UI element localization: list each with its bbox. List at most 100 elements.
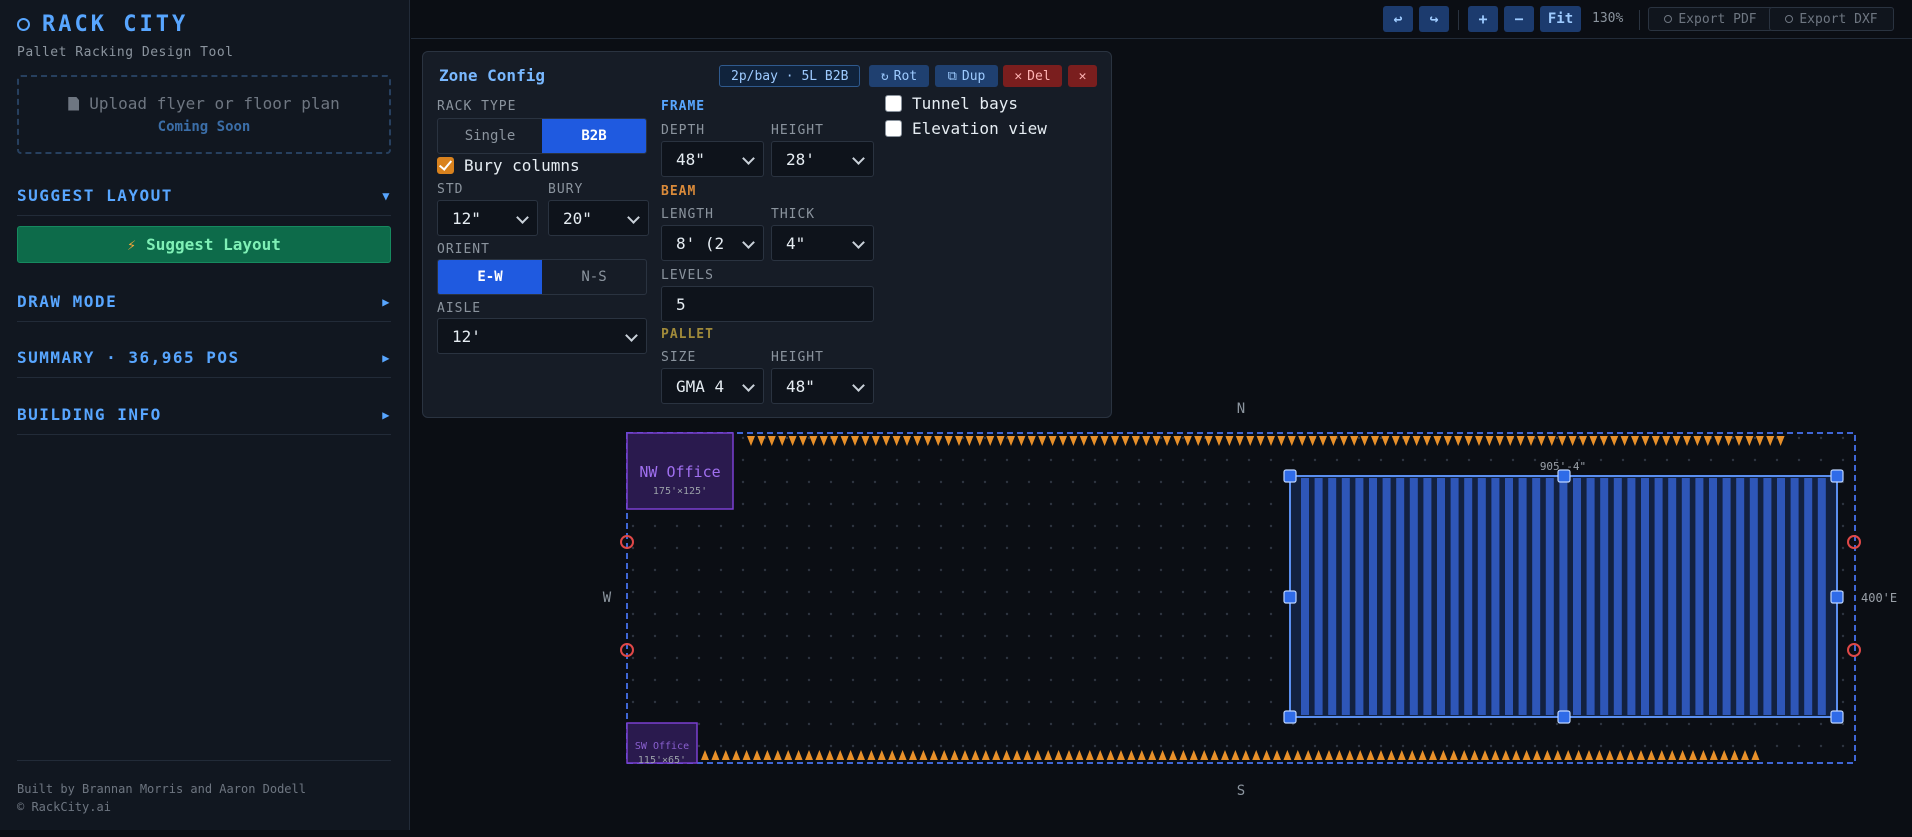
beam-section-label: BEAM [661,184,697,199]
nw-office-dimensions: 175'×125' [653,486,707,497]
export-dxf-label: Export DXF [1799,11,1878,27]
rack-row [1341,478,1350,715]
section-draw-mode[interactable]: DRAW MODE ▶ [17,282,391,322]
rack-row [1491,478,1500,715]
section-label: DRAW MODE [17,292,118,311]
section-summary[interactable]: SUMMARY · 36,965 POS ▶ [17,338,391,378]
delete-button[interactable]: ✕ Del [1003,65,1062,87]
resize-handle[interactable] [1830,469,1844,483]
pallet-height-select[interactable]: 48" [771,368,874,404]
checkbox-unchecked-icon [885,95,902,112]
resize-handle[interactable] [1283,469,1297,483]
orient-toggle: E-W N-S [437,259,647,295]
section-building-info[interactable]: BUILDING INFO ▶ [17,395,391,435]
rack-row [1409,478,1418,715]
export-dxf-button[interactable]: Export DXF [1769,7,1894,31]
chevron-down-icon [742,152,755,165]
top-toolbar: ↩ ↪ + − Fit 130% Export PDF Export DXF [411,0,1912,39]
resize-handle[interactable] [1830,590,1844,604]
logo-icon [17,18,30,31]
levels-input[interactable]: 5 [661,286,874,322]
caret-right-icon: ▶ [382,407,391,422]
resize-handle[interactable] [1283,710,1297,724]
rack-row [1532,478,1541,715]
rack-row [1777,478,1785,715]
pallet-section-label: PALLET [661,327,714,342]
orient-ns[interactable]: N-S [542,260,646,294]
compass-north: N [1237,401,1245,417]
toolbar-divider [1639,10,1640,30]
bury-value: 20" [563,208,592,228]
rack-row [1396,478,1405,715]
resize-handle[interactable] [1557,710,1571,724]
rack-type-label: RACK TYPE [437,99,517,114]
resize-handle[interactable] [1830,710,1844,724]
close-icon: ✕ [1078,68,1087,84]
beam-length-select[interactable]: 8' (2 [661,225,764,261]
resize-handle[interactable] [1557,469,1571,483]
beam-thick-label: THICK [771,207,816,222]
frame-height-select[interactable]: 28' [771,141,874,177]
depth-select[interactable]: 48" [661,141,764,177]
suggest-layout-label: Suggest Layout [146,235,281,254]
rack-row [1804,478,1813,715]
pallet-size-select[interactable]: GMA 4 [661,368,764,404]
sidebar: RACK CITY Pallet Racking Design Tool Upl… [0,0,410,830]
rack-row [1518,478,1527,715]
duplicate-button[interactable]: ⧉ Dup [935,65,998,87]
footer-divider [17,760,391,761]
export-icon [1785,15,1794,23]
undo-button[interactable]: ↩ [1383,6,1413,32]
rack-row [1545,478,1554,715]
orient-ew[interactable]: E-W [438,260,542,294]
rack-row [1763,478,1772,715]
bury-columns-checkbox[interactable]: Bury columns [437,156,580,175]
suggest-layout-button[interactable]: ⚡ Suggest Layout [17,226,391,263]
delete-label: Del [1027,68,1051,84]
app-tagline: Pallet Racking Design Tool [17,45,234,60]
chevron-down-icon [852,379,865,392]
fit-button[interactable]: Fit [1540,6,1581,32]
bury-columns-label: Bury columns [464,156,580,175]
redo-button[interactable]: ↪ [1419,6,1449,32]
beam-thick-select[interactable]: 4" [771,225,874,261]
compass-west: W [603,590,612,606]
resize-handle[interactable] [1283,590,1297,604]
rack-row [1600,478,1609,715]
chevron-down-icon [742,236,755,249]
rack-type-b2b[interactable]: B2B [542,119,646,153]
checkbox-unchecked-icon [885,120,902,137]
close-panel-button[interactable]: ✕ [1068,65,1097,87]
caret-down-icon: ▼ [382,188,391,203]
rack-row [1722,478,1731,715]
upload-dropzone[interactable]: Upload flyer or floor plan Coming Soon [17,75,391,154]
elevation-view-checkbox[interactable]: Elevation view [885,119,1047,138]
rotate-label: Rot [893,68,918,84]
section-label: SUGGEST LAYOUT [17,186,173,205]
sw-office-label: SW Office [635,741,689,752]
zoom-out-button[interactable]: − [1504,6,1534,32]
section-suggest-layout[interactable]: SUGGEST LAYOUT ▼ [17,176,391,216]
rack-row [1382,478,1391,715]
rack-row [1328,478,1337,715]
rotate-button[interactable]: ↻ Rot [869,65,929,87]
rack-row [1695,478,1704,715]
bury-select[interactable]: 20" [548,200,649,236]
std-select[interactable]: 12" [437,200,538,236]
chevron-down-icon [516,211,529,224]
sw-office-dimensions: 115'×65' [638,755,686,766]
rack-type-single[interactable]: Single [438,119,542,153]
aisle-select[interactable]: 12' [437,318,647,354]
chevron-down-icon [627,211,640,224]
export-pdf-button[interactable]: Export PDF [1648,7,1773,31]
pallet-size-label: SIZE [661,350,697,365]
zone-config-panel: Zone Config 2p/bay · 5L B2B ↻ Rot ⧉ Dup ✕ D… [422,51,1112,418]
zoom-in-button[interactable]: + [1468,6,1498,32]
export-pdf-label: Export PDF [1678,11,1757,27]
rotate-icon: ↻ [880,68,889,84]
rack-row [1817,478,1826,715]
tunnel-bays-checkbox[interactable]: Tunnel bays [885,94,1018,113]
chevron-down-icon [852,236,865,249]
document-icon [68,96,80,111]
nw-office-label: NW Office [639,463,720,481]
